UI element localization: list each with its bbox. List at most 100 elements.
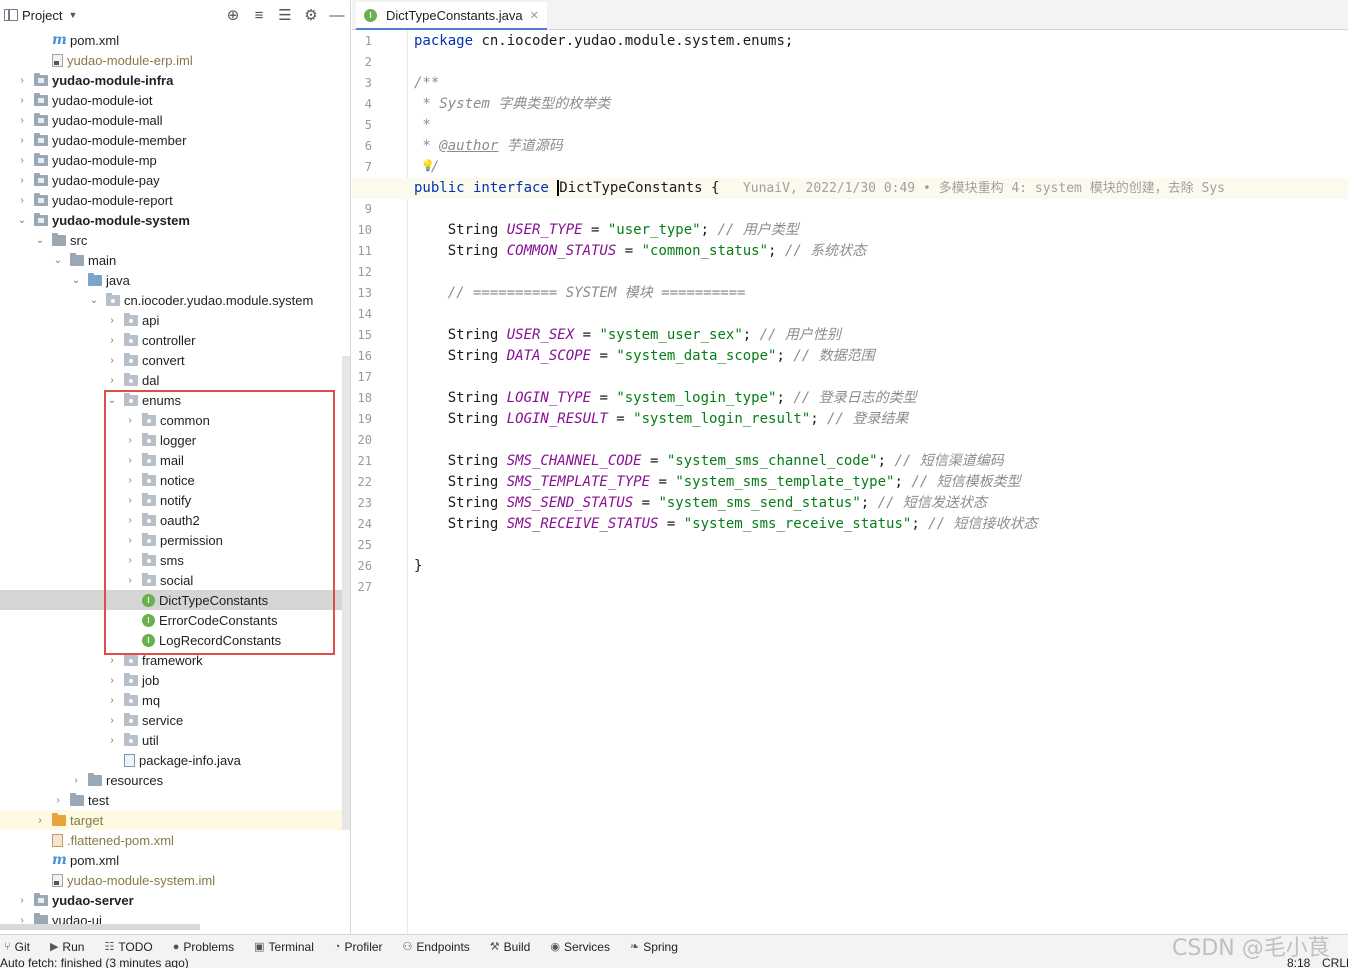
tree-item[interactable]: ›mpom.xml (0, 30, 350, 50)
tree-item[interactable]: ⌄ main (0, 250, 350, 270)
code-line[interactable]: } (414, 556, 1344, 577)
chevron-right-icon[interactable]: › (124, 455, 136, 466)
chevron-right-icon[interactable]: › (16, 895, 28, 906)
tree-item[interactable]: ›mpom.xml (0, 850, 350, 870)
vertical-scrollbar[interactable] (342, 356, 350, 830)
tree-item[interactable]: › api (0, 310, 350, 330)
tree-item[interactable]: › oauth2 (0, 510, 350, 530)
tree-item[interactable]: ⌄ java (0, 270, 350, 290)
code-line[interactable] (414, 304, 1344, 325)
tool-window-profiler[interactable]: ◔ Profiler (334, 940, 383, 954)
tree-item[interactable]: › util (0, 730, 350, 750)
tree-item[interactable]: › social (0, 570, 350, 590)
tool-window-endpoints[interactable]: ⚇ Endpoints (403, 940, 470, 954)
project-view-selector[interactable]: Project ▼ (4, 8, 77, 23)
code-line[interactable]: String USER_TYPE = "user_type"; // 用户类型 (414, 220, 1344, 241)
chevron-down-icon[interactable]: ⌄ (70, 275, 82, 286)
code-editor[interactable]: package cn.iocoder.yudao.module.system.e… (352, 30, 1348, 934)
chevron-right-icon[interactable]: › (124, 575, 136, 586)
horizontal-scrollbar[interactable] (0, 924, 200, 930)
chevron-right-icon[interactable]: › (16, 75, 28, 86)
code-line[interactable]: public interface DictTypeConstants { Yun… (352, 178, 1348, 199)
hide-icon[interactable]: — (329, 7, 345, 24)
code-line[interactable]: String SMS_SEND_STATUS = "system_sms_sen… (414, 493, 1344, 514)
chevron-right-icon[interactable]: › (124, 555, 136, 566)
code-line[interactable]: String LOGIN_TYPE = "system_login_type";… (414, 388, 1344, 409)
tree-item[interactable]: › permission (0, 530, 350, 550)
chevron-right-icon[interactable]: › (106, 375, 118, 386)
chevron-right-icon[interactable]: › (106, 335, 118, 346)
tree-item[interactable]: › yudao-module-mp (0, 150, 350, 170)
code-line[interactable]: String COMMON_STATUS = "common_status"; … (414, 241, 1344, 262)
tree-item[interactable]: › convert (0, 350, 350, 370)
tree-item[interactable]: › framework (0, 650, 350, 670)
chevron-right-icon[interactable]: › (106, 315, 118, 326)
chevron-right-icon[interactable]: › (106, 675, 118, 686)
expand-all-icon[interactable]: ≡ (251, 7, 267, 24)
chevron-down-icon[interactable]: ⌄ (34, 235, 46, 246)
collapse-all-icon[interactable]: ☰ (277, 6, 293, 24)
tree-item[interactable]: › yudao-module-iot (0, 90, 350, 110)
tree-item[interactable]: › target (0, 810, 350, 830)
code-line[interactable]: String SMS_RECEIVE_STATUS = "system_sms_… (414, 514, 1344, 535)
tree-item[interactable]: › yudao-module-infra (0, 70, 350, 90)
code-line[interactable]: /** (414, 73, 1344, 94)
close-icon[interactable]: ✕ (530, 9, 539, 22)
tool-window-git[interactable]: ⑂ Git (4, 940, 30, 954)
chevron-right-icon[interactable]: › (16, 135, 28, 146)
locate-icon[interactable]: ⊕ (225, 6, 241, 24)
tool-window-terminal[interactable]: ▣ Terminal (254, 940, 314, 954)
tree-item[interactable]: › notice (0, 470, 350, 490)
code-line[interactable] (414, 535, 1344, 556)
code-line[interactable]: * (414, 115, 1344, 136)
tree-item[interactable]: › mq (0, 690, 350, 710)
chevron-right-icon[interactable]: › (70, 775, 82, 786)
tool-window-services[interactable]: ◉ Services (550, 940, 610, 954)
chevron-down-icon[interactable]: ⌄ (106, 395, 118, 406)
code-line[interactable] (414, 577, 1344, 598)
chevron-down-icon[interactable]: ⌄ (52, 255, 64, 266)
code-line[interactable]: */ (414, 157, 1344, 178)
code-line[interactable] (414, 52, 1344, 73)
tree-item[interactable]: › yudao-module-report (0, 190, 350, 210)
code-line[interactable]: * System 字典类型的枚举类 (414, 94, 1344, 115)
code-line[interactable] (414, 262, 1344, 283)
tree-item[interactable]: ›yudao-module-erp.iml (0, 50, 350, 70)
chevron-right-icon[interactable]: › (16, 195, 28, 206)
tree-item[interactable]: › notify (0, 490, 350, 510)
chevron-right-icon[interactable]: › (52, 795, 64, 806)
tree-item[interactable]: › yudao-server (0, 890, 350, 910)
chevron-right-icon[interactable]: › (34, 815, 46, 826)
chevron-right-icon[interactable]: › (106, 695, 118, 706)
tool-window-todo[interactable]: ☷ TODO (104, 940, 152, 954)
chevron-down-icon[interactable]: ⌄ (16, 215, 28, 226)
tree-item[interactable]: ⌄ yudao-module-system (0, 210, 350, 230)
chevron-right-icon[interactable]: › (124, 475, 136, 486)
tree-item[interactable]: › yudao-module-mall (0, 110, 350, 130)
chevron-right-icon[interactable]: › (106, 715, 118, 726)
tree-item[interactable]: › yudao-module-pay (0, 170, 350, 190)
code-line[interactable]: String USER_SEX = "system_user_sex"; // … (414, 325, 1344, 346)
code-line[interactable]: String SMS_TEMPLATE_TYPE = "system_sms_t… (414, 472, 1344, 493)
code-line[interactable] (414, 367, 1344, 388)
chevron-right-icon[interactable]: › (106, 355, 118, 366)
tree-item[interactable]: › job (0, 670, 350, 690)
tool-window-problems[interactable]: ● Problems (173, 940, 234, 954)
gear-icon[interactable]: ⚙ (303, 6, 319, 24)
chevron-right-icon[interactable]: › (124, 495, 136, 506)
chevron-right-icon[interactable]: › (16, 155, 28, 166)
tree-item[interactable]: › service (0, 710, 350, 730)
tree-item[interactable]: ⌄ enums (0, 390, 350, 410)
chevron-right-icon[interactable]: › (106, 735, 118, 746)
chevron-right-icon[interactable]: › (124, 515, 136, 526)
tree-item[interactable]: › mail (0, 450, 350, 470)
tree-item[interactable]: ›ILogRecordConstants (0, 630, 350, 650)
chevron-right-icon[interactable]: › (16, 95, 28, 106)
code-line[interactable]: String LOGIN_RESULT = "system_login_resu… (414, 409, 1344, 430)
code-line[interactable]: // ========== SYSTEM 模块 ========== (414, 283, 1344, 304)
code-line[interactable]: String SMS_CHANNEL_CODE = "system_sms_ch… (414, 451, 1344, 472)
chevron-right-icon[interactable]: › (106, 655, 118, 666)
code-line[interactable] (414, 430, 1344, 451)
chevron-right-icon[interactable]: › (124, 415, 136, 426)
chevron-right-icon[interactable]: › (16, 175, 28, 186)
